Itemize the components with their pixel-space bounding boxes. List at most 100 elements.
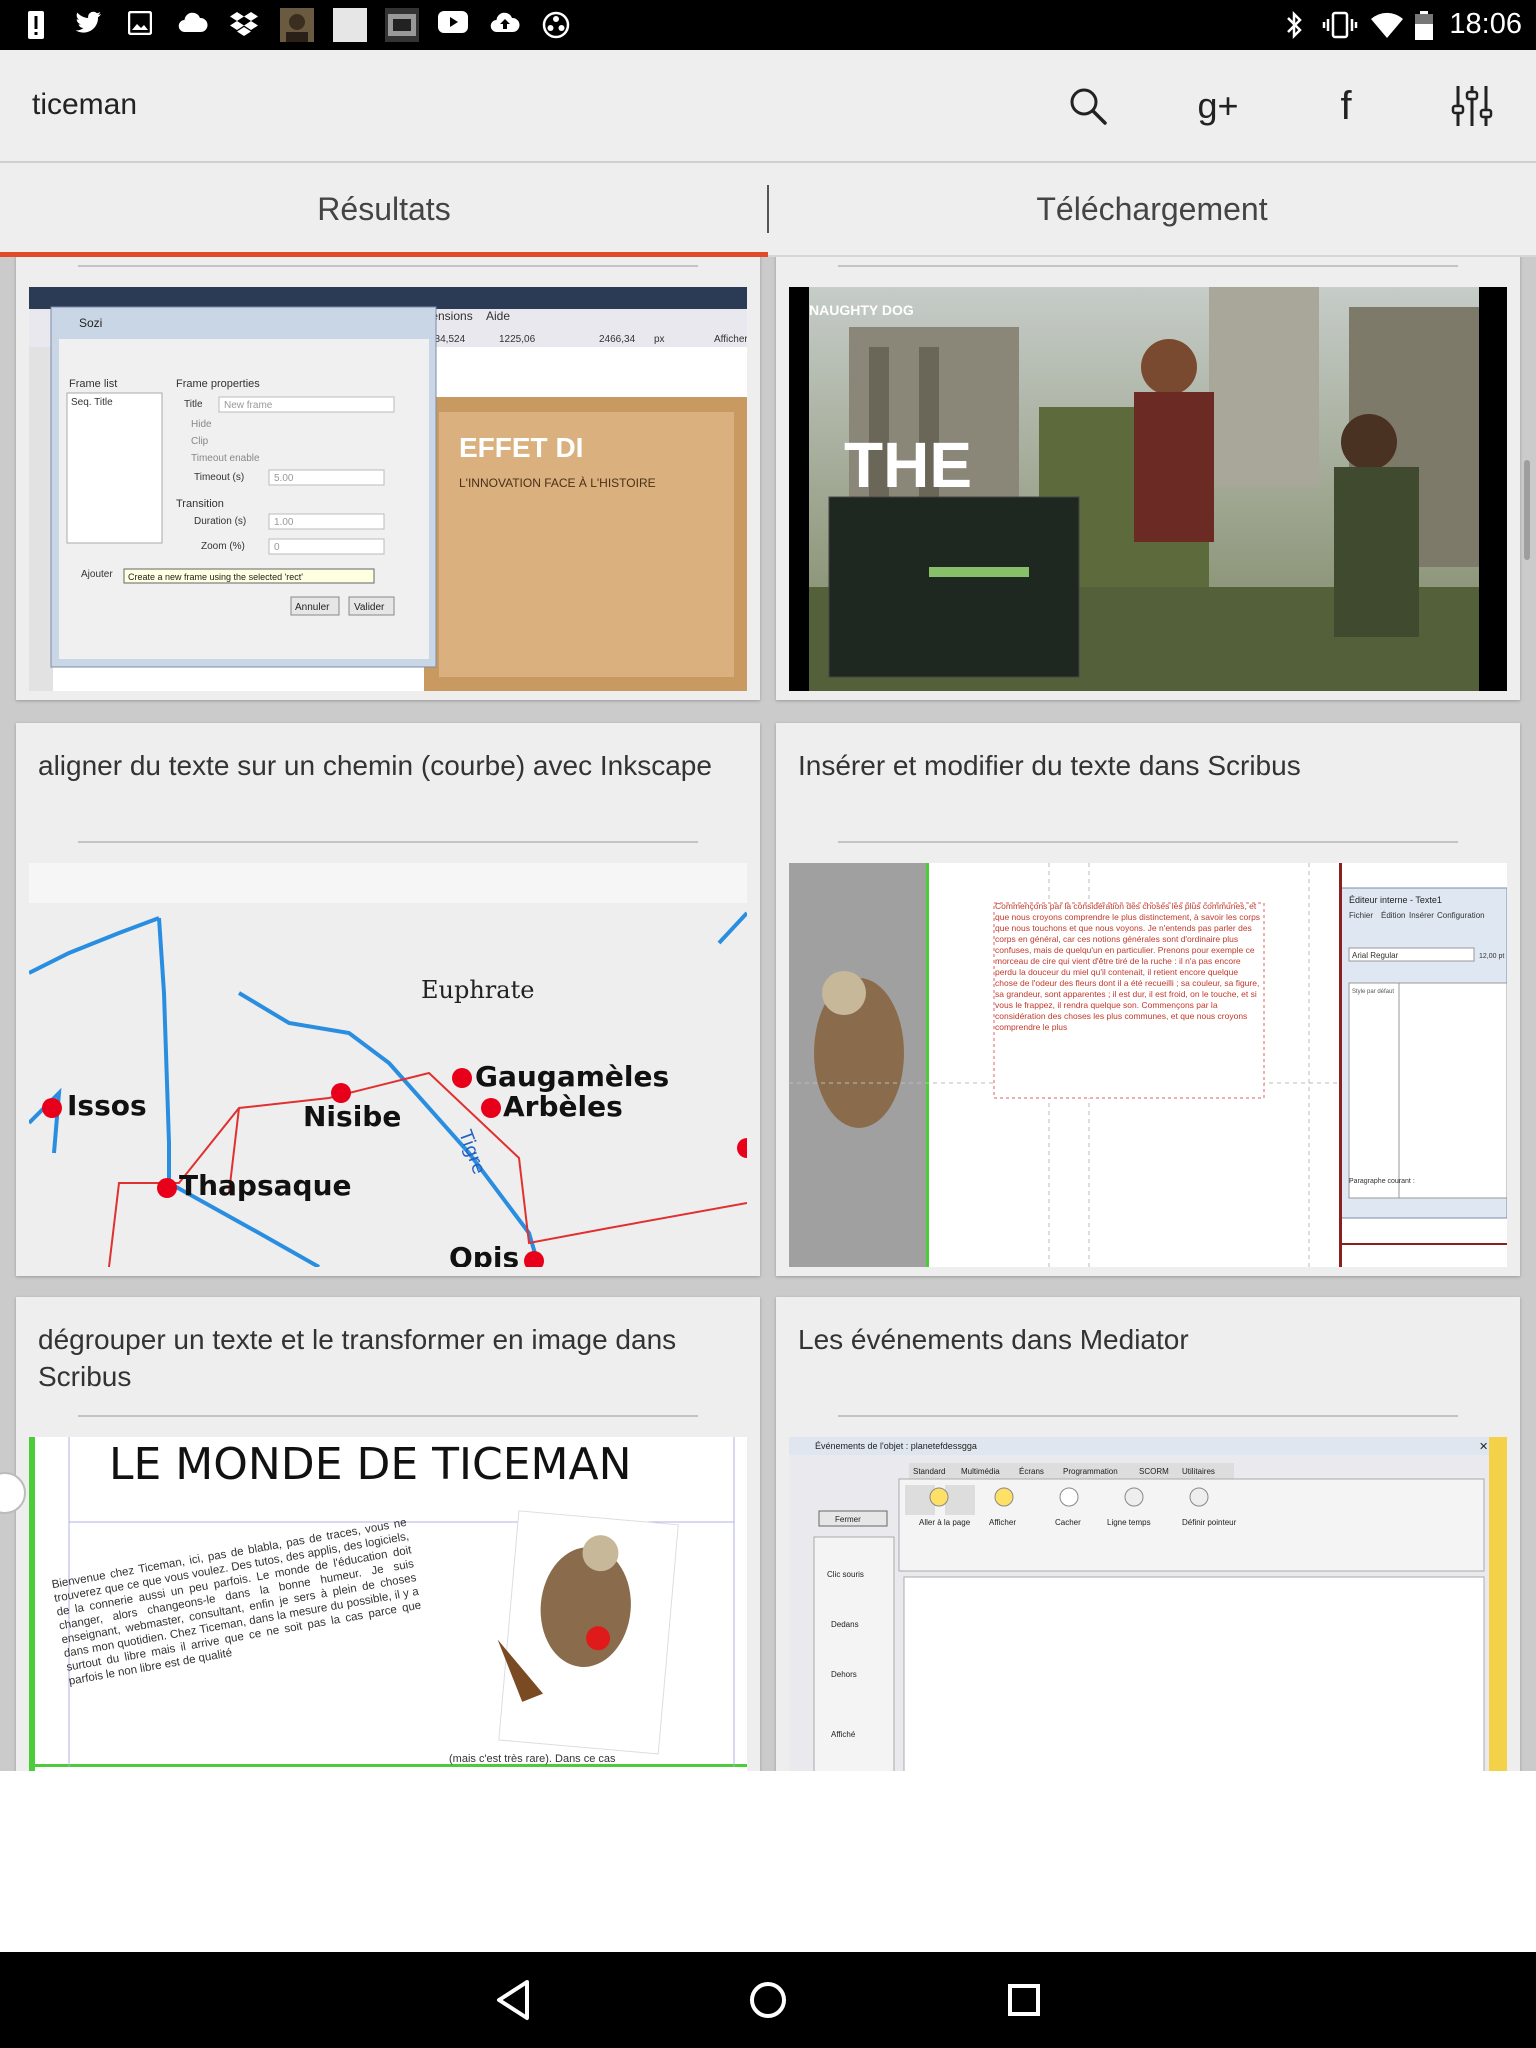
result-card[interactable]: Insérer et modifier du texte dans Scribu… (776, 723, 1520, 1276)
back-icon[interactable] (483, 1970, 543, 2030)
photo-icon (385, 8, 419, 42)
result-card[interactable]: aligner du texte sur un chemin (courbe) … (16, 723, 760, 1276)
action-ligne-temps: Ligne temps (1107, 1518, 1151, 1527)
list-footer-space (0, 1771, 1536, 1952)
recents-icon[interactable] (994, 1970, 1054, 2030)
coord-h: 2466,34 (599, 334, 636, 345)
card-separator (838, 841, 1458, 843)
app-bar: ticeman g+ f (0, 50, 1536, 163)
add-button-label: Ajouter (81, 569, 113, 580)
result-card[interactable]: dégrouper un texte et le transformer en … (16, 1297, 760, 1771)
scrollbar-thumb[interactable] (1524, 460, 1530, 560)
cancel-button-label: Annuler (295, 602, 330, 613)
mediator-tab-utilitaires: Utilitaires (1182, 1467, 1215, 1476)
result-card[interactable]: NAUGHTY DOG THE (776, 257, 1520, 700)
scribus-frame-text: Commençons par la considération des chos… (995, 901, 1261, 1032)
video-thumbnail[interactable]: NAUGHTY DOG THE (789, 287, 1507, 691)
battery-icon (1414, 11, 1434, 40)
home-icon[interactable] (738, 1970, 798, 2030)
bluetooth-icon (1280, 10, 1308, 40)
card-separator (78, 265, 698, 267)
editor-size: 12,00 pt (1479, 953, 1504, 960)
editor-menu-config: Configuration (1437, 911, 1485, 920)
card-separator (838, 1415, 1458, 1417)
card-separator (838, 265, 1458, 267)
map-city-arbeles: Arbèles (503, 1090, 623, 1123)
tab-resultats[interactable]: Résultats (0, 163, 768, 255)
menu-aide: Aide (486, 309, 510, 323)
video-thumbnail[interactable]: Commençons par la considération des chos… (789, 863, 1507, 1267)
results-grid[interactable]: EFFET DI L'INNOVATION FACE À L'HISTOIRE … (0, 257, 1536, 1771)
zoom-label: Zoom (%) (201, 541, 245, 552)
map-city-gaugameles: Gaugamèles (475, 1060, 669, 1093)
hide-option: Hide (191, 419, 212, 430)
timeout-enable-option: Timeout enable (191, 453, 260, 464)
duration-value: 1.00 (274, 517, 294, 528)
map-label-euphrate: Euphrate (421, 976, 534, 1004)
mediator-tab-multimedia: Multimédia (961, 1467, 1000, 1476)
tooltip-text: Create a new frame using the selected 'r… (128, 572, 303, 582)
vibrate-icon (1322, 11, 1358, 39)
mediator-tab-ecrans: Écrans (1019, 1467, 1044, 1476)
page-headline: LE MONDE DE TICEMAN (109, 1439, 632, 1490)
action-afficher: Afficher (989, 1518, 1016, 1527)
title-label: Title (184, 399, 203, 410)
video-thumbnail[interactable]: Euphrate Issos Gaugamèles Nisibe Arbèles… (29, 863, 747, 1267)
mediator-tab-programmation: Programmation (1063, 1467, 1118, 1476)
editor-title: Éditeur interne - Texte1 (1349, 895, 1442, 905)
dialog-title: Sozi (79, 316, 102, 330)
card-separator (78, 841, 698, 843)
result-card[interactable]: EFFET DI L'INNOVATION FACE À L'HISTOIRE … (16, 257, 760, 700)
frame-list-label: Frame list (69, 378, 117, 390)
zoom-value: 0 (274, 542, 280, 553)
search-icon[interactable] (1058, 78, 1118, 134)
editor-style: Style par défaut (1352, 989, 1394, 995)
navigation-bar (0, 1952, 1536, 2048)
editor-footer: Paragraphe courant : (1349, 1178, 1415, 1185)
ok-button-label: Valider (354, 602, 385, 613)
video-thumbnail[interactable]: EFFET DI L'INNOVATION FACE À L'HISTOIRE … (29, 287, 747, 691)
mediator-tab-scorm: SCORM (1139, 1467, 1169, 1476)
google-plus-icon[interactable]: g+ (1188, 78, 1248, 134)
result-card[interactable]: Les événements dans Mediator Événements … (776, 1297, 1520, 1771)
youtube-icon (438, 11, 468, 39)
coord-w: 1225,06 (499, 334, 536, 345)
event-dedans: Dedans (831, 1620, 859, 1629)
card-title[interactable]: Insérer et modifier du texte dans Scribu… (798, 747, 1498, 784)
event-affiche: Affiché (831, 1730, 856, 1739)
title-value: New frame (224, 400, 273, 411)
video-thumbnail[interactable]: Événements de l'objet : planetefdessgga … (789, 1437, 1507, 1771)
mediator-window-title: Événements de l'objet : planetefdessgga (815, 1441, 977, 1451)
tab-bar: Résultats Téléchargement (0, 163, 1536, 257)
poster-subtitle: L'INNOVATION FACE À L'HISTOIRE (459, 475, 656, 490)
seq-title: Seq. Title (71, 397, 113, 408)
facebook-icon[interactable]: f (1316, 78, 1376, 134)
card-title[interactable]: aligner du texte sur un chemin (courbe) … (38, 747, 738, 784)
editor-menu-fichier: Fichier (1349, 911, 1373, 920)
duration-label: Duration (s) (194, 516, 246, 527)
status-bar: 18:06 (0, 0, 1536, 50)
video-thumbnail[interactable]: LE MONDE DE TICEMAN Bienvenue chez Ticem… (29, 1437, 747, 1771)
cloud-icon (178, 11, 208, 39)
search-query-title[interactable]: ticeman (32, 88, 137, 122)
game-title-text: THE (844, 429, 972, 501)
page-aside-text: (mais c'est très rare). Dans ce cas (449, 1753, 616, 1765)
avatar-icon (280, 8, 314, 42)
mediator-close-icon: ✕ (1479, 1441, 1488, 1453)
map-city-thapsaque: Thapsaque (179, 1169, 352, 1202)
editor-menu-edition: Édition (1381, 911, 1405, 920)
map-city-opis: Opis (449, 1241, 519, 1267)
twitter-icon (74, 11, 102, 39)
placeholder-icon (333, 8, 367, 42)
map-city-issos: Issos (67, 1089, 147, 1122)
alert-icon (22, 11, 50, 39)
card-title[interactable]: Les événements dans Mediator (798, 1321, 1498, 1358)
action-aller-page: Aller à la page (919, 1518, 971, 1527)
studio-logo: NAUGHTY DOG (809, 302, 914, 318)
wifi-icon (1370, 11, 1404, 39)
clock: 18:06 (1449, 8, 1522, 40)
transition-label: Transition (176, 498, 224, 510)
card-title[interactable]: dégrouper un texte et le transformer en … (38, 1321, 738, 1395)
settings-sliders-icon[interactable] (1442, 78, 1502, 134)
tab-telechargement[interactable]: Téléchargement (768, 163, 1536, 255)
